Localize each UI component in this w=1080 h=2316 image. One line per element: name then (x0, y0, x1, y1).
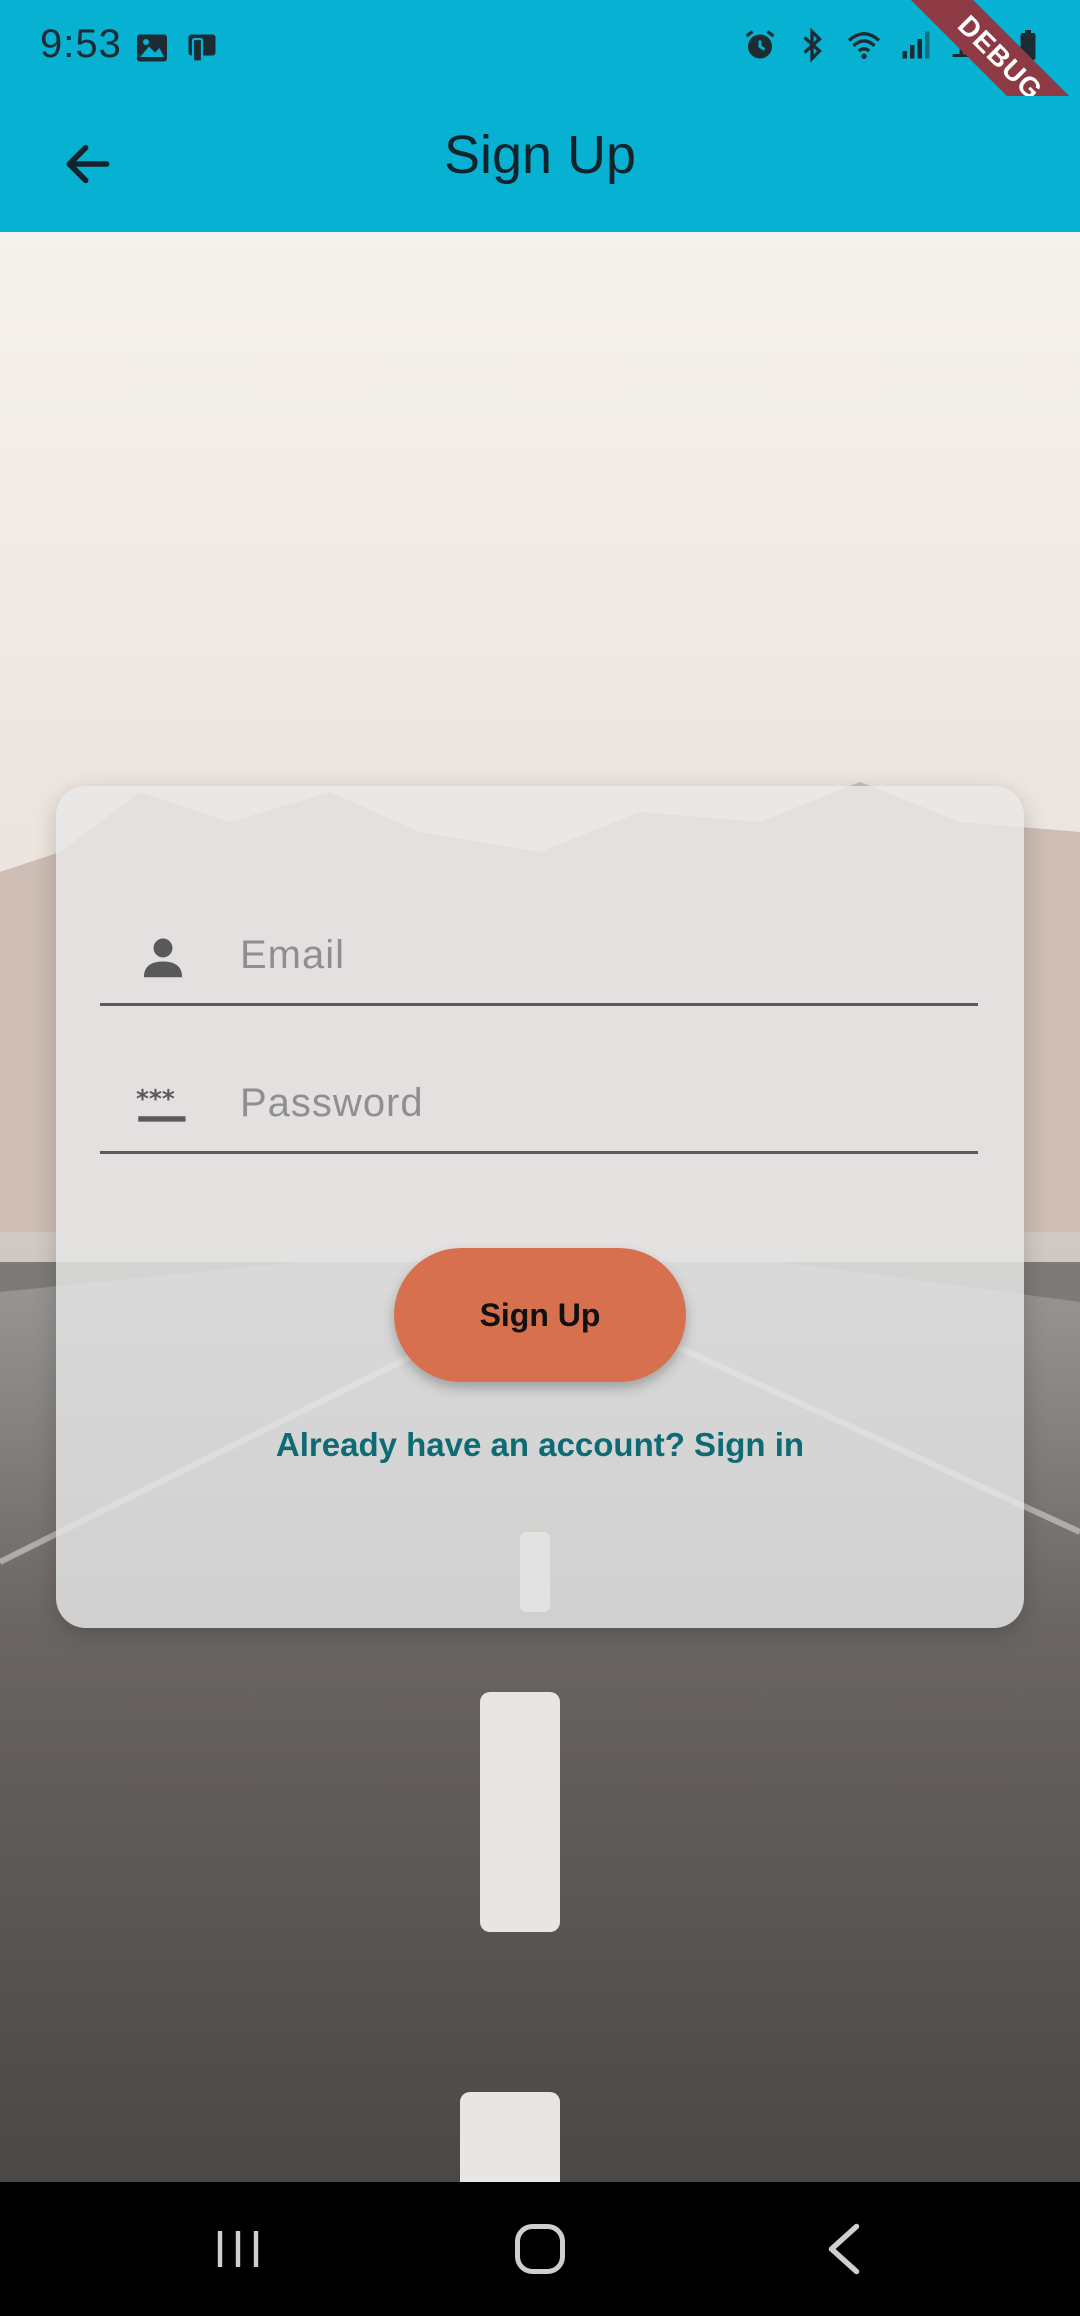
navigation-bar (0, 2182, 1080, 2316)
recents-button[interactable] (188, 2212, 288, 2286)
image-icon (137, 34, 167, 62)
app-bar: Sign Up (0, 96, 1080, 232)
email-input[interactable] (240, 920, 960, 990)
password-field: *** (100, 1034, 978, 1154)
bluetooth-icon (802, 27, 822, 62)
back-icon (828, 2223, 860, 2275)
sign-up-button[interactable]: Sign Up (394, 1248, 686, 1382)
status-left-icons (134, 30, 220, 66)
signal-icon (902, 31, 929, 58)
person-icon (143, 938, 183, 978)
device-icon (188, 34, 216, 63)
signup-card: *** Sign Up Already have an account? Sig… (56, 786, 1024, 1628)
back-nav-button[interactable] (794, 2212, 894, 2286)
home-icon (515, 2224, 565, 2274)
svg-text:***: *** (136, 1084, 175, 1113)
recents-icon (217, 2231, 259, 2267)
status-time: 9:53 (40, 22, 122, 66)
page-title: Sign Up (443, 125, 637, 185)
password-input[interactable] (240, 1068, 960, 1138)
password-icon: *** (136, 1084, 186, 1122)
email-field (100, 886, 978, 1006)
wifi-icon (847, 31, 880, 59)
alarm-icon (745, 29, 774, 58)
sign-in-link[interactable]: Already have an account? Sign in (56, 1426, 1024, 1464)
status-bar: 9:53 14 (0, 0, 1080, 96)
home-button[interactable] (490, 2212, 590, 2286)
